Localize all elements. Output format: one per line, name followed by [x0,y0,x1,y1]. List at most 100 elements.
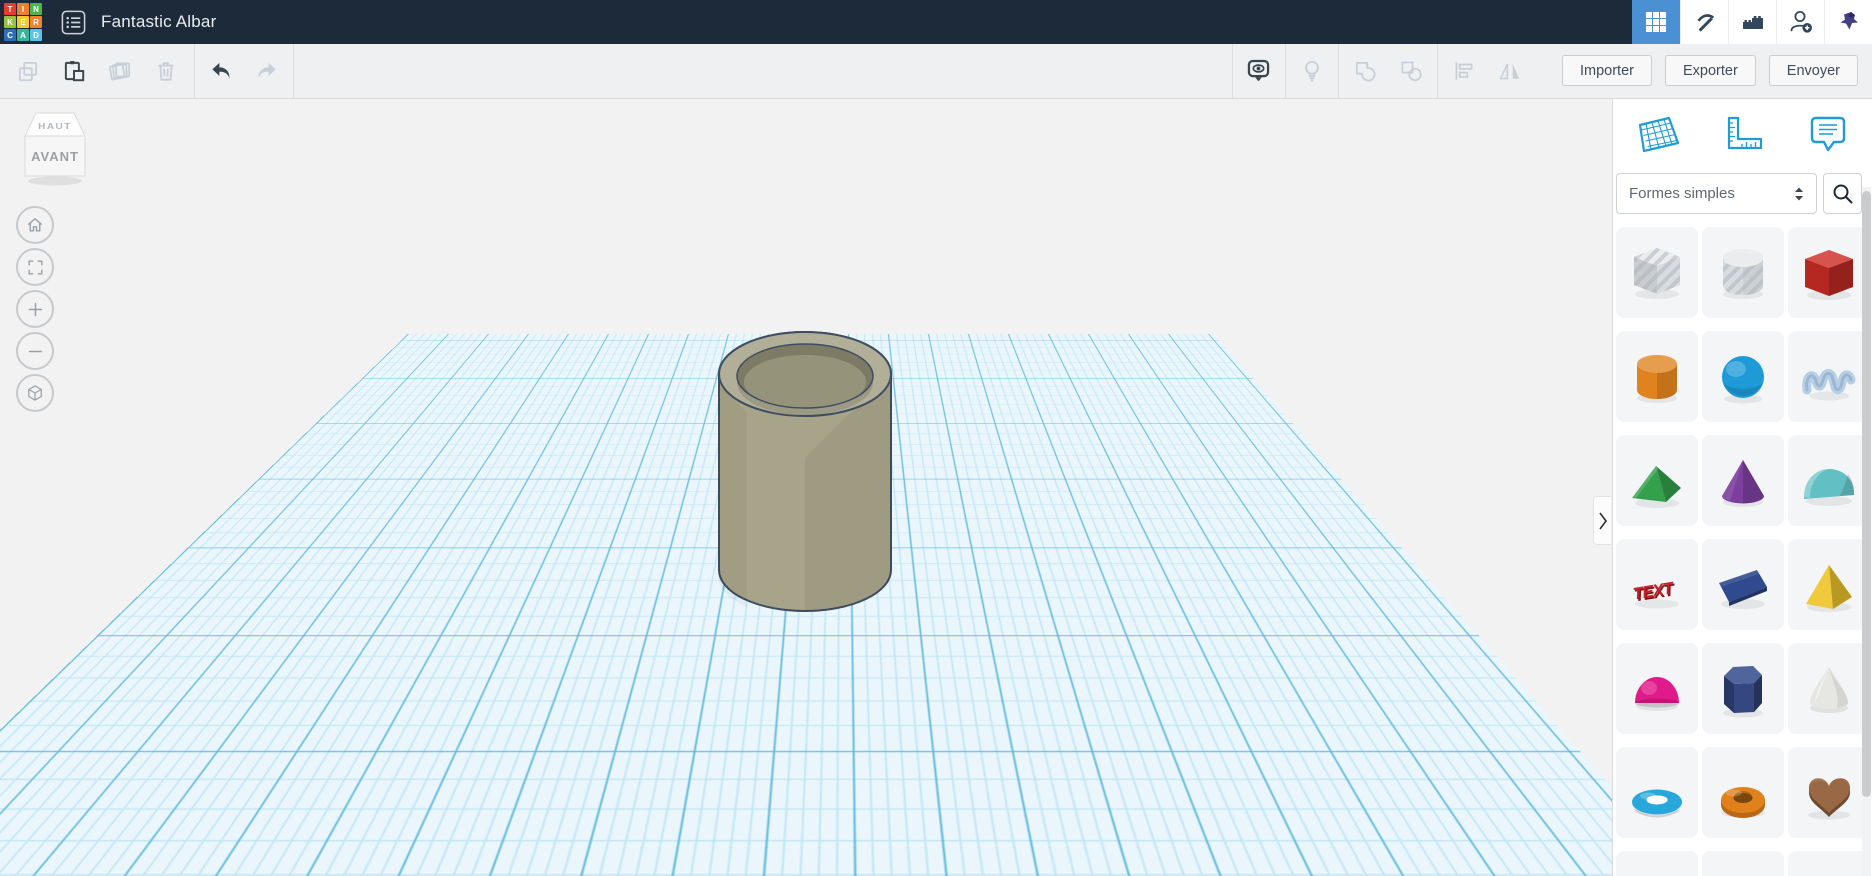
design-title: Fantastic Albar [101,12,217,31]
shape-tile-wedge[interactable] [1702,539,1784,630]
lightbulb-icon [1305,60,1319,81]
search-icon [1833,184,1853,204]
bird-icon [1840,12,1858,30]
panel-scrollbar-track[interactable] [1862,187,1871,876]
shape-tile-solid-torus[interactable] [1702,747,1784,838]
shape-tile-roof[interactable] [1616,435,1698,526]
toolbar-divider [1284,43,1286,98]
tab-minecraft[interactable] [1680,0,1728,44]
home-view-button[interactable] [16,206,54,244]
panel-scrollbar-thumb[interactable] [1862,191,1871,797]
viewport-3d[interactable]: HAUT AVANT [0,99,1872,876]
paraboloid-icon [1810,666,1848,713]
workplane-grid[interactable] [0,334,1872,876]
toolbar-divider [293,43,294,98]
shape-tile-box[interactable] [1788,227,1870,318]
shape-tile-text[interactable]: TEXT TEXT TEXT [1616,539,1698,630]
zoom-out-button[interactable] [16,332,54,370]
round-roof-icon [1804,468,1854,506]
chevron-right-icon [1598,512,1607,529]
add-person-icon [1790,11,1812,33]
duplicate-button[interactable] [100,51,140,91]
shape-category-select[interactable]: Formes simples [1616,173,1817,214]
polygon-icon [1723,665,1763,717]
logo-letter: R [30,16,42,28]
shape-tile-torus[interactable] [1616,747,1698,838]
shape-tile-round-roof[interactable] [1788,435,1870,526]
zoom-in-button[interactable] [16,290,54,328]
export-button[interactable]: Exporter [1664,55,1756,86]
delete-button[interactable] [146,51,186,91]
toolbar-divider [1436,43,1438,98]
io-buttons: Importer Exporter Envoyer [1561,55,1858,86]
mirror-icon [1499,63,1520,79]
workplane-tool-button[interactable] [1629,111,1685,159]
shape-grid: TEXT TEXT TEXT [1616,227,1870,876]
shape-tile-polygon[interactable] [1702,643,1784,734]
import-button[interactable]: Importer [1561,55,1652,86]
group-button[interactable] [1345,51,1385,91]
history-group [201,51,287,91]
shape-tile-cone[interactable] [1702,435,1784,526]
shape-tile-paraboloid[interactable] [1788,643,1870,734]
undo-button[interactable] [201,51,241,91]
tab-assistant[interactable] [1824,0,1872,44]
text-icon: TEXT TEXT TEXT [1632,578,1679,608]
tips-button[interactable] [1292,51,1332,91]
zoom-in-icon [28,302,42,316]
redo-button[interactable] [247,51,287,91]
shape-tile-transparent-box[interactable] [1616,227,1698,318]
tinkercad-logo[interactable]: T I N K E R C A D [4,3,42,41]
zoom-out-icon [28,350,42,352]
panel-collapse-tab[interactable] [1593,496,1611,545]
transparent-cylinder-icon [1723,248,1763,299]
mirror-button[interactable] [1490,51,1530,91]
notes-tool-button[interactable] [1800,111,1856,159]
show-all-icon [1248,59,1270,81]
select-arrows-icon [1795,187,1803,200]
editor-mode-tabs [1632,0,1872,44]
tinkercad-app: T I N K E R C A D Fantastic Albar Import… [0,0,1872,876]
edit-toolbar: Importer Exporter Envoyer [0,43,1872,99]
tab-3d-design[interactable] [1632,0,1680,44]
ungroup-button[interactable] [1391,51,1431,91]
clipboard-group [8,51,186,91]
fit-view-icon [27,259,43,275]
shape-tile-empty[interactable] [1702,851,1784,876]
shape-tile-empty[interactable] [1616,851,1698,876]
view-cube-top-label[interactable]: HAUT [38,122,72,131]
shape-search-button[interactable] [1823,173,1862,214]
top-bar: T I N K E R C A D Fantastic Albar [0,0,1872,44]
view-cube-front-label[interactable]: AVANT [31,149,79,164]
align-button[interactable] [1444,51,1484,91]
scribble-icon [1802,368,1856,400]
heart-icon [1808,777,1851,819]
fit-view-button[interactable] [16,248,54,286]
panel-tool-row [1613,99,1872,159]
ruler-tool-button[interactable] [1715,111,1771,159]
shape-tile-transparent-cylinder[interactable] [1702,227,1784,318]
view-cube[interactable]: HAUT AVANT [22,110,88,188]
tips-group [1292,51,1332,91]
shape-tile-scribble[interactable] [1788,331,1870,422]
shape-tile-half-sphere[interactable] [1616,643,1698,734]
paste-button[interactable] [54,51,94,91]
show-all-button[interactable] [1239,51,1279,91]
shape-tile-heart[interactable] [1788,747,1870,838]
arrange-tools [1444,51,1530,91]
tab-bricks[interactable] [1728,0,1776,44]
shape-tile-pyramid[interactable] [1788,539,1870,630]
design-menu-button[interactable] [60,9,87,36]
toolbar-divider [1231,43,1233,98]
shape-tile-sphere[interactable] [1702,331,1784,422]
shape-hollow-cylinder[interactable] [702,323,908,615]
copy-button[interactable] [8,51,48,91]
tab-collaborate[interactable] [1776,0,1824,44]
shapes-panel: Formes simples TEXT TEXT TEXT [1612,99,1872,876]
logo-letter: N [30,3,42,15]
shape-tile-cylinder[interactable] [1616,331,1698,422]
perspective-toggle-button[interactable] [16,374,54,412]
shape-tile-empty[interactable] [1788,851,1870,876]
send-button[interactable]: Envoyer [1768,55,1858,86]
torus-icon [1632,789,1682,817]
